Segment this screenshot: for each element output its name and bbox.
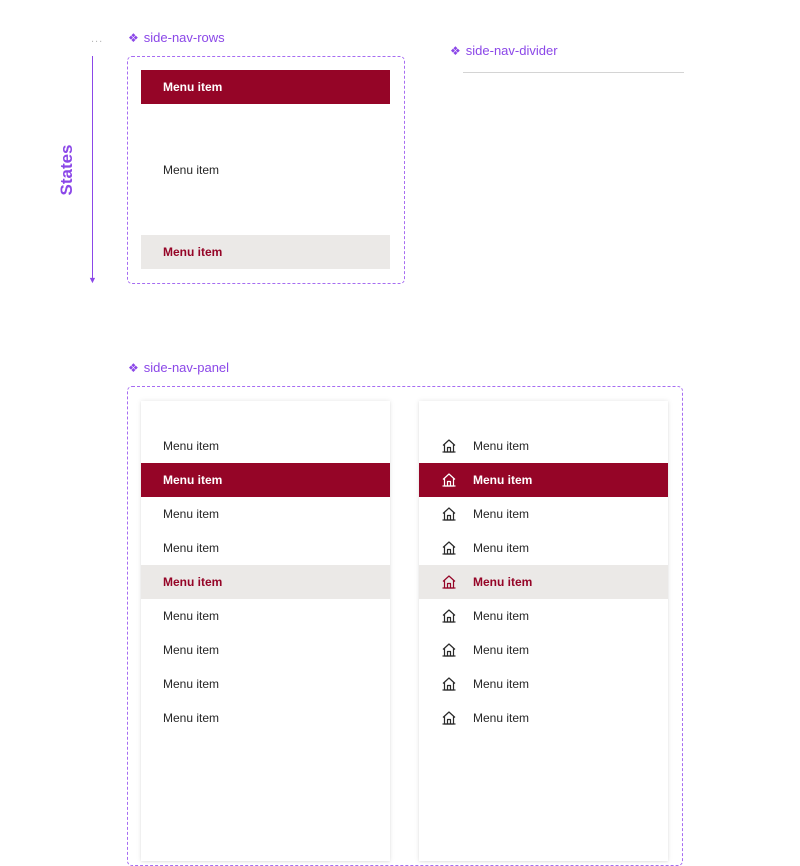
menu-item-label: Menu item: [473, 711, 530, 725]
menu-item-label: Menu item: [473, 507, 530, 521]
side-nav-panel-with-icons: Menu item Menu item Menu item Menu item …: [419, 401, 668, 861]
panel-menu-item[interactable]: Menu item: [141, 463, 390, 497]
panel-menu-item[interactable]: Menu item: [141, 531, 390, 565]
home-icon: [441, 710, 457, 726]
panel-menu-item[interactable]: Menu item: [141, 497, 390, 531]
home-icon: [441, 438, 457, 454]
panel-menu-item[interactable]: Menu item: [419, 463, 668, 497]
home-icon: [441, 540, 457, 556]
menu-item-label: Menu item: [473, 677, 530, 691]
side-nav-rows-title: ❖ side-nav-rows: [128, 30, 225, 45]
states-axis-line: [92, 56, 93, 282]
menu-item-label: Menu item: [163, 609, 220, 623]
menu-item-label: Menu item: [163, 507, 220, 521]
menu-item-label: Menu item: [473, 575, 533, 589]
menu-item-label: Menu item: [473, 609, 530, 623]
menu-item-label: Menu item: [473, 473, 533, 487]
panel-menu-item[interactable]: Menu item: [141, 633, 390, 667]
menu-item-label: Menu item: [163, 541, 220, 555]
menu-item-label: Menu item: [163, 677, 220, 691]
panel-menu-item[interactable]: Menu item: [419, 667, 668, 701]
component-title-label: side-nav-divider: [465, 43, 558, 58]
side-nav-panel: Menu item Menu item Menu item Menu item …: [141, 401, 390, 861]
panel-menu-item[interactable]: Menu item: [419, 599, 668, 633]
panel-menu-item[interactable]: Menu item: [141, 701, 390, 735]
menu-item-label: Menu item: [163, 473, 223, 487]
nav-row-label: Menu item: [163, 163, 220, 177]
side-nav-divider: [463, 72, 684, 73]
menu-item-label: Menu item: [473, 643, 530, 657]
menu-item-label: Menu item: [163, 643, 220, 657]
panel-menu-item[interactable]: Menu item: [419, 633, 668, 667]
menu-item-label: Menu item: [473, 439, 530, 453]
home-icon: [441, 472, 457, 488]
panel-menu-item[interactable]: Menu item: [141, 599, 390, 633]
nav-row-selected[interactable]: Menu item: [141, 70, 390, 104]
panel-menu-item[interactable]: Menu item: [419, 565, 668, 599]
panel-menu-item[interactable]: Menu item: [141, 565, 390, 599]
nav-row-label: Menu item: [163, 245, 223, 259]
home-icon: [441, 506, 457, 522]
panel-menu-item[interactable]: Menu item: [419, 497, 668, 531]
home-icon: [441, 608, 457, 624]
menu-item-label: Menu item: [473, 541, 530, 555]
component-title-label: side-nav-panel: [143, 360, 230, 375]
menu-item-label: Menu item: [163, 575, 223, 589]
side-nav-panel-title: ❖ side-nav-panel: [128, 360, 229, 375]
component-title-label: side-nav-rows: [143, 30, 225, 45]
nav-row-label: Menu item: [163, 80, 223, 94]
panel-menu-item[interactable]: Menu item: [141, 429, 390, 463]
panel-menu-item[interactable]: Menu item: [419, 429, 668, 463]
panel-menu-item[interactable]: Menu item: [141, 667, 390, 701]
overflow-marker: ...: [91, 33, 104, 45]
component-icon: ❖: [450, 43, 461, 58]
states-label: States: [57, 144, 76, 196]
menu-item-label: Menu item: [163, 711, 220, 725]
component-icon: ❖: [128, 30, 139, 45]
nav-row-hover[interactable]: Menu item: [141, 235, 390, 269]
component-icon: ❖: [128, 360, 139, 375]
home-icon: [441, 642, 457, 658]
panel-menu-item[interactable]: Menu item: [419, 531, 668, 565]
panel-menu-item[interactable]: Menu item: [419, 701, 668, 735]
side-nav-divider-title: ❖ side-nav-divider: [450, 43, 558, 58]
home-icon: [441, 574, 457, 590]
home-icon: [441, 676, 457, 692]
arrow-down-icon: ▼: [88, 275, 97, 285]
menu-item-label: Menu item: [163, 439, 220, 453]
nav-row-default[interactable]: Menu item: [141, 153, 390, 187]
